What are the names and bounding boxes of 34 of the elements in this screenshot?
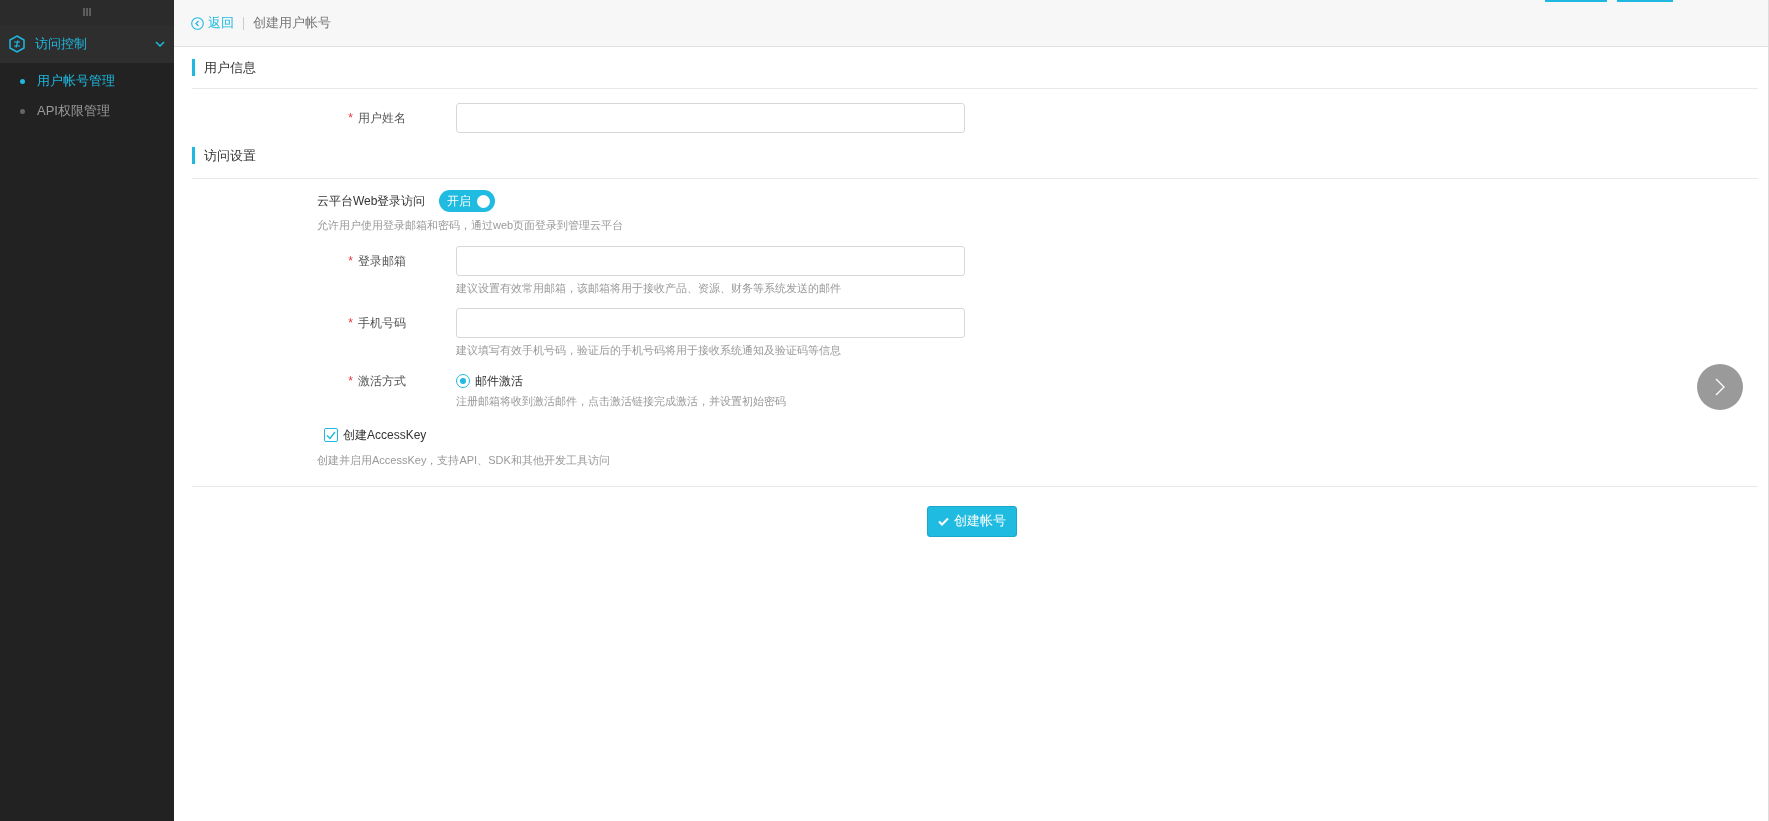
page-title: 创建用户帐号 (253, 14, 331, 33)
field-hint: 建议填写有效手机号码，验证后的手机号码将用于接收系统通知及验证码等信息 (456, 343, 842, 358)
radio-option[interactable]: 邮件激活 (456, 371, 523, 390)
back-icon (191, 16, 204, 30)
sidebar-item[interactable]: 用户帐号管理 (0, 66, 174, 96)
next-button[interactable] (1697, 364, 1743, 410)
field-hint: 注册邮箱将收到激活邮件，点击激活链接完成激活，并设置初始密码 (456, 393, 786, 409)
section-title: 访问设置 (204, 147, 256, 164)
setting-label: 云平台Web登录访问 (317, 193, 426, 210)
top-accent-line (1545, 0, 1607, 2)
sidebar-item[interactable]: API权限管理 (0, 96, 174, 126)
menu-group[interactable]: 访问控制 (0, 25, 174, 63)
field-label: 手机号码 (358, 316, 406, 330)
section-title: 用户信息 (204, 59, 256, 76)
field-label: 激活方式 (358, 373, 406, 388)
required-mark: * (348, 373, 353, 388)
checkbox-label: 创建AccessKey (343, 427, 427, 444)
setting-description: 允许用户使用登录邮箱和密码，通过web页面登录到管理云平台 (316, 218, 625, 233)
required-mark: * (348, 316, 353, 330)
chevron-right-icon (1715, 378, 1725, 396)
chevron-icon (155, 41, 165, 47)
text-input[interactable] (456, 245, 965, 276)
check-icon (938, 516, 949, 526)
username-input[interactable] (456, 103, 965, 133)
hexagon-icon (9, 35, 25, 53)
top-accent-line (1617, 0, 1673, 2)
field-label: 登录邮箱 (358, 253, 406, 268)
required-mark: * (348, 111, 353, 125)
required-mark: * (348, 253, 353, 268)
setting-description: 创建并启用AccessKey，支持API、SDK和其他开发工具访问 (316, 453, 611, 468)
field-label: 用户姓名 (358, 111, 406, 125)
checkbox[interactable] (324, 428, 338, 442)
field-hint: 建议设置有效常用邮箱，该邮箱将用于接收产品、资源、财务等系统发送的邮件 (456, 280, 842, 296)
text-input[interactable] (456, 308, 965, 338)
